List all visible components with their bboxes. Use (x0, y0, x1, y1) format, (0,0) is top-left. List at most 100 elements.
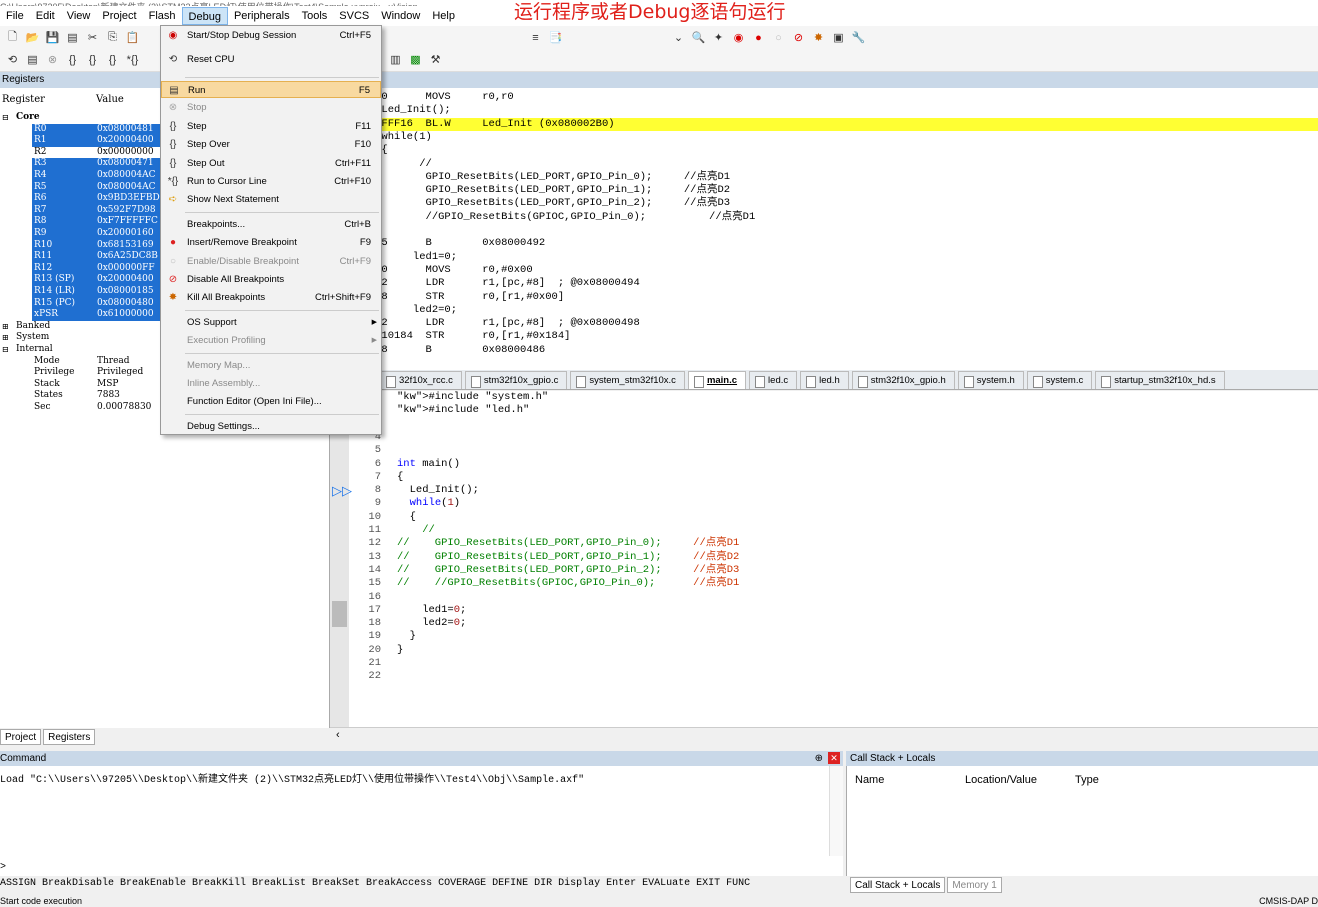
register-row[interactable]: xPSR 0x61000000 (32, 309, 162, 321)
file-tab[interactable]: 32f10x_rcc.c (380, 371, 462, 389)
open-file-icon[interactable]: 📂 (24, 29, 41, 46)
register-row[interactable]: R0 0x08000481 (32, 123, 162, 136)
scroll-left-icon[interactable]: ‹ (336, 729, 340, 741)
code-line[interactable]: 12 // GPIO_ResetBits(LED_PORT,GPIO_Pin_0)… (331, 537, 1311, 550)
register-row[interactable]: R8 0xF7FFFFFC (32, 216, 162, 228)
memory-window-icon[interactable]: ▥ (387, 51, 404, 68)
save-icon[interactable]: 💾 (44, 29, 61, 46)
settings-wrench-icon[interactable]: 🔧 (850, 29, 867, 46)
disassembly-line[interactable]: // //GPIO_ResetBits(GPIOC,GPIO_Pin_0); /… (331, 211, 1318, 224)
code-line[interactable]: 19 } (331, 630, 1311, 643)
disassembly-line[interactable]: 048E F8C10184 STR r0,[r1,#0x184] (331, 330, 1318, 343)
disassembly-line[interactable]: 0492 F7F8 B 0x08000486 (331, 344, 1318, 357)
code-line[interactable]: 18 led2=0; (331, 617, 1311, 630)
register-row[interactable]: R3 0x08000471 (32, 158, 162, 170)
code-line[interactable]: 4 (331, 431, 1311, 444)
code-line[interactable]: 5 (331, 444, 1311, 457)
disassembly-line[interactable]: 0480 F7FFFF16 BL.W Led_Init (0x080002B0) (331, 117, 1318, 131)
menu-help[interactable]: Help (426, 7, 461, 25)
menu-project[interactable]: Project (96, 7, 142, 25)
stop-toolbar-icon[interactable]: ⊗ (44, 51, 61, 68)
run-to-cursor-toolbar-icon[interactable]: *{} (124, 51, 141, 68)
col-location[interactable]: Location/Value (965, 774, 1037, 786)
code-editor[interactable]: "kw">#include "system.h" "kw">#include "l… (330, 391, 1318, 727)
tree-toggle-icon[interactable]: ⊟ (2, 112, 9, 124)
menu-item-os-support[interactable]: OS Support ▶ (161, 314, 381, 332)
code-line[interactable]: 15 // //GPIO_ResetBits(GPIOC,GPIO_Pin_0);… (331, 577, 1311, 590)
cut-icon[interactable]: ✂ (84, 29, 101, 46)
indent-icon[interactable]: ≡ (527, 29, 544, 46)
command-scrollbar[interactable] (829, 766, 843, 856)
file-tab[interactable]: led.c (749, 371, 798, 389)
code-line[interactable]: 13 // GPIO_ResetBits(LED_PORT,GPIO_Pin_1)… (331, 551, 1311, 564)
window-select-icon[interactable]: ▣ (830, 29, 847, 46)
code-line[interactable]: 6 int main() (331, 458, 1311, 471)
file-tab[interactable]: stm32f10x_gpio.h (851, 371, 955, 389)
reset-cpu-toolbar-icon[interactable]: ⟲ (4, 51, 21, 68)
disassembly-line[interactable]: Led_Init(); (331, 104, 1318, 117)
menu-item-function-editor-open-ini-file[interactable]: Function Editor (Open Ini File)... (161, 393, 381, 411)
menu-debug[interactable]: Debug (181, 7, 228, 25)
file-tab[interactable]: system.c (1026, 371, 1093, 389)
disassembly-line[interactable]: { (331, 144, 1318, 157)
find-icon[interactable]: 🔍 (690, 29, 707, 46)
disassembly-line[interactable]: 048A 6008 STR r0,[r1,#0x00] (331, 291, 1318, 304)
menu-file[interactable]: File (0, 7, 30, 25)
code-line[interactable]: 14 // GPIO_ResetBits(LED_PORT,GPIO_Pin_2)… (331, 564, 1311, 577)
tree-toggle-icon[interactable]: ⊞ (2, 321, 9, 333)
disassembly-line[interactable]: 0486 2000 MOVS r0,#0x00 (331, 264, 1318, 277)
step-toolbar-icon[interactable]: {} (64, 51, 81, 68)
code-line[interactable]: 16 (331, 591, 1311, 604)
menu-item-show-next-statement[interactable]: ➪ Show Next Statement (161, 191, 381, 209)
file-tab[interactable]: stm32f10x_gpio.c (464, 371, 568, 389)
menu-item-step-over[interactable]: {} Step Over F10 (161, 136, 381, 154)
disassembly-line[interactable]: // (331, 158, 1318, 171)
disassembly-line[interactable]: // GPIO_ResetBits(LED_PORT,GPIO_Pin_2); … (331, 197, 1318, 210)
col-type[interactable]: Type (1075, 774, 1099, 786)
disassembly-line[interactable]: 0484 E005 B 0x08000492 (331, 237, 1318, 250)
copy-icon[interactable]: ⎘ (104, 29, 121, 46)
menu-svcs[interactable]: SVCS (333, 7, 375, 25)
col-value[interactable]: Value (96, 94, 124, 105)
menu-view[interactable]: View (61, 7, 97, 25)
debug-session-toolbar-icon[interactable]: ◉ (730, 29, 747, 46)
disassembly-line[interactable]: 048C 4902 LDR r1,[pc,#8] ; @0x08000498 (331, 317, 1318, 330)
tab-callstack[interactable]: Call Stack + Locals (850, 877, 946, 893)
breakpoint-off-icon[interactable]: ○ (770, 29, 787, 46)
menu-tools[interactable]: Tools (296, 7, 334, 25)
col-name[interactable]: Name (855, 774, 884, 786)
menu-item-kill-all-breakpoints[interactable]: ✸ Kill All Breakpoints Ctrl+Shift+F9 (161, 289, 381, 307)
file-tab[interactable]: startup_stm32f10x_hd.s (1095, 371, 1225, 389)
menu-item-start-stop-debug-session[interactable]: ◉ Start/Stop Debug Session Ctrl+F5 (161, 27, 381, 45)
menu-item-insert-remove-breakpoint[interactable]: ● Insert/Remove Breakpoint F9 (161, 234, 381, 252)
wand-icon[interactable]: ✦ (710, 29, 727, 46)
code-line[interactable]: 20} (331, 644, 1311, 657)
run-toolbar-icon[interactable]: ▤ (24, 51, 41, 68)
menu-item-execution-profiling[interactable]: Execution Profiling ▶ (161, 332, 381, 350)
menu-item-step[interactable]: {} Step F11 (161, 118, 381, 136)
step-over-toolbar-icon[interactable]: {} (84, 51, 101, 68)
register-row[interactable]: R15 (PC) 0x08000480 (32, 297, 162, 310)
command-prompt[interactable]: > (0, 862, 6, 873)
register-row[interactable]: R9 0x20000160 (32, 228, 162, 240)
tab-registers[interactable]: Registers (43, 729, 96, 745)
save-all-icon[interactable]: ▤ (64, 29, 81, 46)
code-line[interactable] (331, 418, 1311, 431)
menu-peripherals[interactable]: Peripherals (228, 7, 296, 25)
menu-item-reset-cpu[interactable]: ⟲ Reset CPU (161, 51, 381, 69)
disassembly-line[interactable]: // GPIO_ResetBits(LED_PORT,GPIO_Pin_0); … (331, 171, 1318, 184)
code-line[interactable]: 7{ (331, 471, 1311, 484)
bookmark-icon[interactable]: 📑 (547, 29, 564, 46)
code-line[interactable]: 10 { (331, 511, 1311, 524)
disassembly-line[interactable]: // GPIO_ResetBits(LED_PORT,GPIO_Pin_1); … (331, 184, 1318, 197)
tools-icon[interactable]: ⚒ (427, 51, 444, 68)
editor-hscrollbar[interactable]: ‹ (330, 727, 1318, 745)
file-tab[interactable]: system.h (957, 371, 1024, 389)
col-register[interactable]: Register (2, 94, 45, 105)
register-row[interactable]: R13 (SP) 0x20000400 (32, 274, 162, 286)
menu-edit[interactable]: Edit (30, 7, 61, 25)
code-line[interactable]: 9 while(1) (331, 497, 1311, 510)
register-row[interactable]: R14 (LR) 0x08000185 (32, 286, 162, 298)
menu-item-disable-all-breakpoints[interactable]: ⊘ Disable All Breakpoints (161, 271, 381, 289)
menu-item-run[interactable]: ▤ Run F5 (161, 81, 381, 98)
